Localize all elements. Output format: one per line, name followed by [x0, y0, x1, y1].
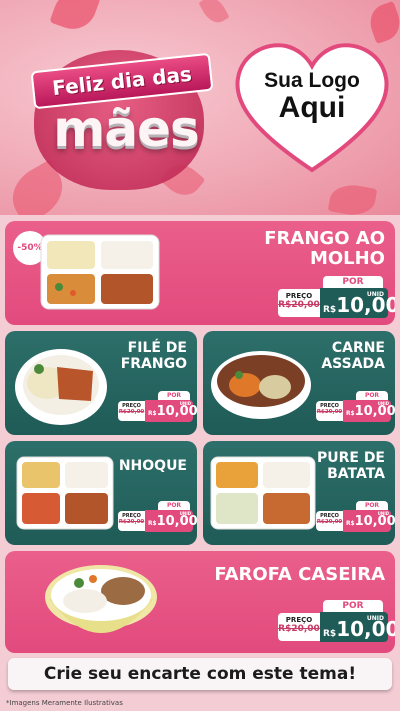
unit-label: UNID: [377, 511, 389, 516]
tray-gnocchi-icon: [16, 456, 114, 530]
price: 10,00: [354, 404, 395, 419]
product-card-nhoque[interactable]: NHOQUE POR PREÇO R$20,00 R$10,00 UNID: [5, 441, 197, 545]
price-label: PREÇO: [285, 292, 313, 300]
new-price-box: R$10,00 UNID: [145, 510, 197, 532]
hero-banner: Feliz dia das mães Sua Logo Aqui: [0, 0, 400, 215]
per-label: POR: [356, 501, 388, 510]
logo-line1: Sua Logo: [264, 69, 360, 92]
product-name-line2: MOLHO: [309, 248, 385, 270]
currency: R$: [346, 521, 355, 527]
product-card-farofa-caseira[interactable]: FAROFA CASEIRA POR PREÇO R$20,00 R$10,00…: [5, 551, 395, 653]
product-name-line1: CARNE: [331, 340, 385, 356]
old-price-box: PREÇO R$20,00: [278, 613, 320, 641]
old-price-box: PREÇO R$20,00: [118, 511, 145, 531]
product-name: NHOQUE: [118, 458, 187, 475]
petal-decoration: [327, 181, 378, 215]
logo-line2: Aqui: [278, 91, 346, 125]
old-price: R$20,00: [278, 624, 320, 634]
price-label: PREÇO: [285, 616, 313, 624]
bowl-farofa-icon: [45, 565, 157, 633]
currency: R$: [148, 521, 157, 527]
cta-button[interactable]: Crie seu encarte com este tema!: [8, 658, 392, 690]
price: 10,00: [336, 617, 395, 641]
mothers-day-title: Feliz dia das mães: [14, 40, 214, 190]
product-card-frango-ao-molho[interactable]: -50% FRANGO AO MOLHO POR PREÇO R$20,00 R…: [5, 221, 395, 325]
currency: R$: [323, 629, 337, 639]
product-card-pure-de-batata[interactable]: PURE DE BATATA POR PREÇO R$20,00 R$10,00…: [203, 441, 395, 545]
tray-meal-icon: [40, 234, 160, 310]
product-name-line1: FRANGO AO: [264, 228, 385, 249]
product-name-line2: FRANGO: [120, 355, 187, 372]
new-price-box: R$10,00 UNID: [343, 400, 395, 422]
product-name-line1: PURE DE: [316, 450, 385, 466]
unit-label: UNID: [366, 615, 384, 622]
product-name: FAROFA CASEIRA: [214, 564, 385, 585]
old-price: R$20,00: [316, 519, 343, 525]
per-label: POR: [323, 600, 383, 612]
product-name-line1: FAROFA CASEIRA: [214, 564, 385, 585]
product-name: PURE DE BATATA: [316, 450, 385, 482]
price: 10,00: [156, 404, 197, 419]
old-price-box: PREÇO R$20,00: [278, 289, 320, 317]
new-price-box: R$10,00 UNID: [320, 612, 395, 642]
price: 10,00: [336, 293, 395, 317]
currency: R$: [346, 411, 355, 417]
new-price-box: R$10,00 UNID: [343, 510, 395, 532]
per-label: POR: [158, 501, 190, 510]
old-price: R$20,00: [278, 300, 320, 310]
petal-decoration: [49, 0, 101, 36]
logo-placeholder: Sua Logo Aqui: [232, 40, 392, 175]
product-name-line1: NHOQUE: [118, 458, 187, 474]
petal-decoration: [198, 0, 230, 28]
currency: R$: [323, 305, 337, 315]
old-price: R$20,00: [118, 409, 145, 415]
currency: R$: [148, 411, 157, 417]
unit-label: UNID: [366, 291, 384, 298]
old-price: R$20,00: [316, 409, 343, 415]
unit-label: UNID: [179, 401, 191, 406]
product-name-line2: ASSADA: [321, 355, 385, 372]
old-price-box: PREÇO R$20,00: [118, 401, 145, 421]
title-line1: Feliz dia das: [51, 61, 193, 101]
footnote: *Imagens Meramente Ilustrativas: [6, 699, 123, 707]
per-label: POR: [323, 276, 383, 288]
new-price-box: R$10,00 UNID: [145, 400, 197, 422]
bowl-beef-icon: [211, 351, 311, 419]
product-name: CARNE ASSADA: [321, 340, 385, 372]
old-price-box: PREÇO R$20,00: [316, 401, 343, 421]
product-name-line2: BATATA: [327, 465, 385, 482]
product-card-carne-assada[interactable]: CARNE ASSADA POR PREÇO R$20,00 R$10,00 U…: [203, 331, 395, 435]
product-card-file-de-frango[interactable]: FILÉ DE FRANGO POR PREÇO R$20,00 R$10,00…: [5, 331, 197, 435]
new-price-box: R$10,00 UNID: [320, 288, 395, 318]
old-price: R$20,00: [118, 519, 145, 525]
title-line2: mães: [53, 100, 200, 158]
unit-label: UNID: [377, 401, 389, 406]
per-label: POR: [356, 391, 388, 400]
product-name: FRANGO AO MOLHO: [264, 228, 385, 270]
product-name-line1: FILÉ DE: [127, 340, 187, 356]
tray-puree-icon: [210, 456, 316, 530]
price: 10,00: [156, 514, 197, 529]
petal-decoration: [364, 0, 400, 45]
plate-chicken-icon: [15, 349, 107, 425]
price: 10,00: [354, 514, 395, 529]
old-price-box: PREÇO R$20,00: [316, 511, 343, 531]
unit-label: UNID: [179, 511, 191, 516]
product-name: FILÉ DE FRANGO: [120, 340, 187, 372]
per-label: POR: [158, 391, 190, 400]
